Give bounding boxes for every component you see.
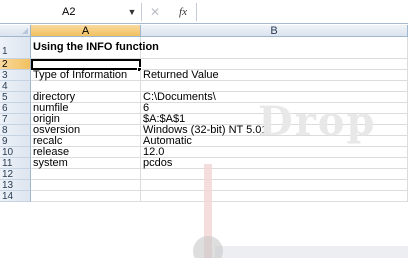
row-header[interactable]: 12 [0,169,31,180]
select-all-icon [22,28,28,34]
cell-a[interactable] [31,169,141,180]
row-header[interactable]: 3 [0,70,31,81]
column-header-a[interactable]: A [31,25,141,37]
row-header[interactable]: 10 [0,147,31,158]
column-header-b[interactable]: B [141,25,408,37]
row-header[interactable]: 11 [0,158,31,169]
row-header[interactable]: 14 [0,191,31,202]
cell-b[interactable]: Automatic [141,136,408,147]
cell-b[interactable]: 12.0 [141,147,408,158]
formula-bar-separator [141,3,142,21]
insert-function-button[interactable]: fx [176,5,190,19]
cell-b[interactable]: Returned Value [141,70,408,81]
table-row: 1 Using the INFO function [0,37,408,59]
row-header[interactable]: 7 [0,114,31,125]
row-header[interactable]: 4 [0,81,31,92]
cancel-icon[interactable]: ✕ [148,5,162,19]
cell-b[interactable] [141,37,408,59]
cell-a[interactable] [31,180,141,191]
row-header[interactable]: 2 [0,59,31,70]
name-box-dropdown-icon[interactable]: ▼ [126,6,138,18]
table-row: 3 Type of Information Returned Value [0,70,408,81]
watermark-bar [215,246,408,258]
cell-a[interactable]: Using the INFO function [31,37,159,59]
formula-input[interactable] [196,3,408,21]
table-row: 6 numfile 6 [0,103,408,114]
row-header[interactable]: 8 [0,125,31,136]
cell-a[interactable] [31,191,141,202]
row-header[interactable]: 6 [0,103,31,114]
cell-b[interactable] [141,180,408,191]
cell-b[interactable] [141,191,408,202]
row-header[interactable]: 13 [0,180,31,191]
cell-a[interactable]: system [31,158,141,169]
row-header[interactable]: 1 [0,37,31,59]
row-header[interactable]: 5 [0,92,31,103]
row-header[interactable]: 9 [0,136,31,147]
cell-b[interactable]: C:\Documents\ [141,92,408,103]
cell-a[interactable]: Type of Information [31,70,141,81]
watermark-circle [193,236,223,258]
name-box[interactable]: A2 [18,4,122,20]
select-all-button[interactable] [0,25,31,37]
formula-bar: A2 ▼ ✕ fx [0,0,408,24]
cell-b[interactable]: pcdos [141,158,408,169]
cell-b[interactable] [141,169,408,180]
